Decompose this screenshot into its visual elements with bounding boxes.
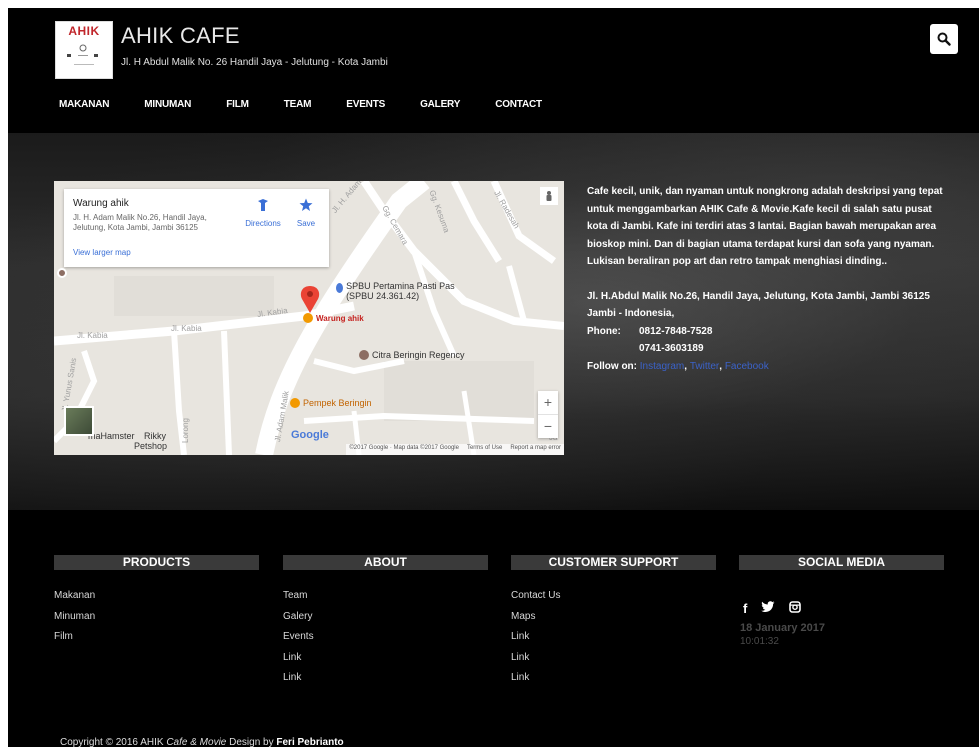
footer-col-support: CUSTOMER SUPPORT Contact Us Maps Link Li… [511,555,716,693]
map-poi-spbu[interactable]: SPBU Pertamina Pasti Pas (SPBU 24.361.42… [336,281,476,301]
site-title[interactable]: AHIK CAFE [121,23,240,49]
map-place-name: Warung ahik [73,198,129,209]
footer-col-title: CUSTOMER SUPPORT [511,555,716,570]
satellite-toggle[interactable] [64,406,94,436]
nav-minuman[interactable]: MINUMAN [144,99,191,110]
restaurant-icon [290,398,300,408]
directions-button[interactable]: Directions [240,198,286,228]
street-view-button[interactable] [540,187,558,205]
directions-icon [258,199,268,211]
footer-link[interactable]: Link [511,672,716,693]
facebook-icon[interactable]: f [743,601,747,616]
twitter-icon[interactable] [761,601,775,616]
site-logo[interactable]: AHIK [55,21,113,79]
poi-icon [57,268,67,278]
building-icon [359,350,369,360]
fuel-icon [336,283,344,293]
footer-col-products: PRODUCTS Makanan Minuman Film [54,555,259,652]
zoom-out-button[interactable]: − [538,414,558,437]
map-road-label: Jl. Kabia [171,324,202,333]
phone-number-2[interactable]: 0741-3603189 [639,340,704,358]
facebook-link[interactable]: Facebook [725,361,769,372]
phone-label: Phone: [587,325,621,337]
footer-link[interactable]: Minuman [54,611,259,632]
embedded-map[interactable]: Warung ahik Jl. H. Adam Malik No.26, Han… [54,181,564,455]
footer-link[interactable]: Galery [283,611,488,632]
map-poi-label: Rikky [144,431,166,441]
search-icon [937,32,951,46]
social-icons: f [739,601,944,616]
phone-row-2: 0741-3603189 [587,340,947,358]
cafe-address: Jl. H.Abdul Malik No.26, Handil Jaya, Je… [587,290,930,302]
map-poi[interactable] [57,268,67,278]
cafe-description: Cafe kecil, unik, dan nyaman untuk nongk… [587,186,943,267]
footer-link[interactable]: Film [54,631,259,652]
pegman-icon [546,191,552,201]
footer-link[interactable]: Maps [511,611,716,632]
nav-galery[interactable]: GALERY [420,99,460,110]
copyright-notice: Copyright © 2016 AHIK Cafe & Movie Desig… [60,737,344,747]
footer-link[interactable]: Link [511,652,716,673]
twitter-link[interactable]: Twitter [690,361,719,372]
footer-col-title: ABOUT [283,555,488,570]
footer-link[interactable]: Contact Us [511,590,716,611]
map-poi-warung[interactable]: Warung ahik [303,313,364,323]
footer-link[interactable]: Team [283,590,488,611]
nav-makanan[interactable]: MAKANAN [59,99,109,110]
search-button[interactable] [930,24,958,54]
map-poi-citra[interactable]: Citra Beringin Regency [359,350,465,360]
footer-col-title: PRODUCTS [54,555,259,570]
map-report-link[interactable]: Report a map error [510,445,561,454]
view-larger-map-link[interactable]: View larger map [73,248,131,257]
footer-link[interactable]: Makanan [54,590,259,611]
map-info-card: Warung ahik Jl. H. Adam Malik No.26, Han… [64,189,329,267]
follow-label: Follow on: [587,360,637,372]
instagram-icon[interactable] [789,601,802,616]
phone-row: Phone: 0812-7848-7528 [587,323,947,341]
map-poi-pempek[interactable]: Pempek Beringin [290,398,372,408]
instagram-link[interactable]: Instagram [640,361,684,372]
contact-section: Warung ahik Jl. H. Adam Malik No.26, Han… [8,133,979,510]
author-link[interactable]: Feri Pebrianto [276,737,343,747]
main-nav: MAKANAN MINUMAN FILM TEAM EVENTS GALERY … [59,99,577,110]
footer-col-social: SOCIAL MEDIA f 18 January 2017 10:01:32 [739,555,944,647]
logo-art-icon [67,44,98,65]
nav-team[interactable]: TEAM [284,99,312,110]
site-header: AHIK AHIK CAFE Jl. H Abdul Malik No. 26 … [8,8,979,133]
footer-col-title: SOCIAL MEDIA [739,555,944,570]
zoom-in-button[interactable]: + [538,391,558,414]
restaurant-icon [303,313,313,323]
star-icon [299,198,313,211]
nav-contact[interactable]: CONTACT [495,99,542,110]
site-footer: PRODUCTS Makanan Minuman Film ABOUT Team… [8,510,979,747]
logo-text: AHIK [68,24,100,38]
map-road-label: Lorong [181,418,190,443]
footer-link[interactable]: Link [283,672,488,693]
map-road-label: Jl. Kabia [77,331,108,340]
footer-link[interactable]: Link [511,631,716,652]
cafe-address-country: Jambi - Indonesia, [587,308,675,319]
footer-col-about: ABOUT Team Galery Events Link Link [283,555,488,693]
map-poi-label: maHamster [88,431,135,441]
map-terms-link[interactable]: Terms of Use [467,445,502,454]
current-date: 18 January 2017 [740,622,826,634]
page-frame: AHIK AHIK CAFE Jl. H Abdul Malik No. 26 … [8,8,979,747]
contact-info: Cafe kecil, unik, dan nyaman untuk nongk… [587,183,947,375]
map-zoom-control: + − [538,391,558,438]
footer-link[interactable]: Link [283,652,488,673]
current-time: 10:01:32 [740,636,779,647]
nav-film[interactable]: FILM [226,99,249,110]
map-attribution: ©2017 Google · Map data ©2017 Google Ter… [346,444,564,455]
map-poi-label: Petshop [134,441,168,451]
site-address: Jl. H Abdul Malik No. 26 Handil Jaya - J… [121,57,388,68]
phone-number-1[interactable]: 0812-7848-7528 [639,323,712,341]
google-logo[interactable]: Google [291,429,329,441]
follow-row: Follow on: Instagram, Twitter, Facebook [587,360,769,372]
nav-events[interactable]: EVENTS [346,99,385,110]
map-place-address: Jl. H. Adam Malik No.26, Handil Jaya, Je… [73,213,207,232]
footer-link[interactable]: Events [283,631,488,652]
save-button[interactable]: Save [290,198,322,228]
